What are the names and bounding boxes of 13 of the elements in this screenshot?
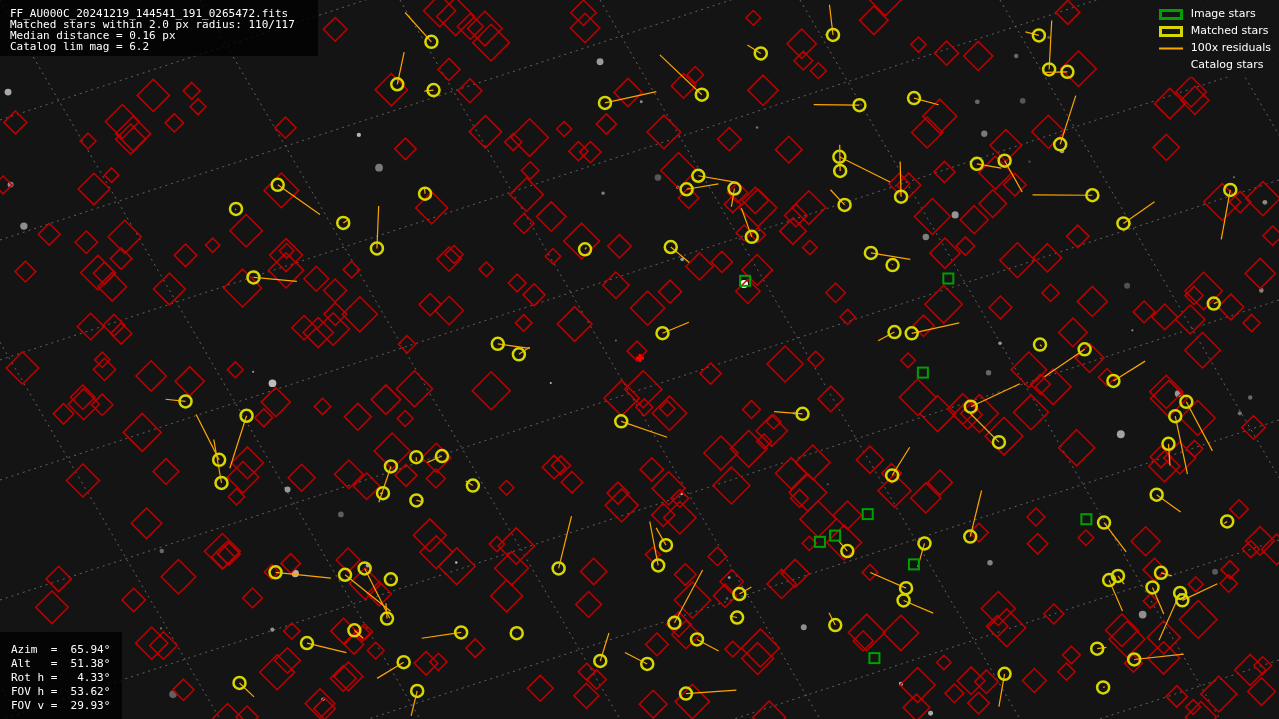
legend-label: Catalog stars — [1190, 57, 1264, 74]
pointing-text: FOV h = 53.62° — [11, 685, 112, 699]
info-text: Matched stars within 2.0 px radius: 110/117 — [10, 19, 296, 30]
pointing-text: Alt = 51.38° — [11, 657, 112, 671]
pointing-text: Rot h = 4.33° — [11, 671, 112, 685]
info-text: FF_AU000C_20241219_144541_191_0265472.fits — [10, 8, 290, 19]
legend-label: Matched stars — [1190, 23, 1269, 40]
legend-label: Image stars — [1190, 6, 1256, 23]
info-text: Catalog lim mag = 6.2 — [10, 41, 151, 52]
legend-label: 100x residuals — [1190, 40, 1271, 57]
info-text: Median distance = 0.16 px — [10, 30, 176, 41]
pointing-text: Azim = 65.94° — [11, 643, 112, 657]
pointing-text: FOV v = 29.93° — [11, 699, 112, 713]
